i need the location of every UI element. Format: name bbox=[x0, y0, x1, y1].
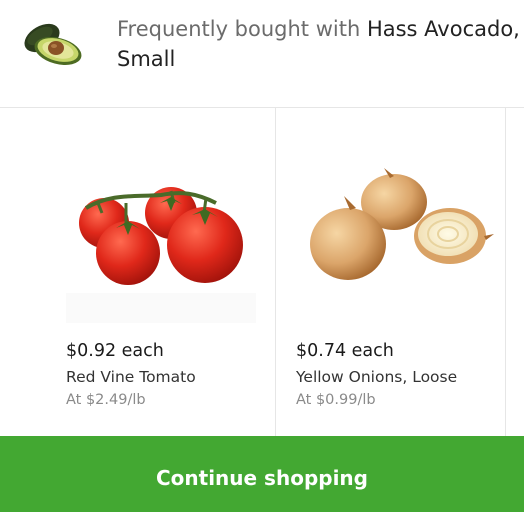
product-card-partial[interactable] bbox=[506, 108, 524, 436]
recommendations-carousel[interactable]: $0.92 each Red Vine Tomato At $2.49/lb $… bbox=[0, 108, 524, 436]
product-name: Yellow Onions, Loose bbox=[296, 368, 458, 386]
avocado-icon bbox=[24, 23, 82, 66]
product-unit-price: At $2.49/lb bbox=[66, 392, 146, 408]
product-name: Red Vine Tomato bbox=[66, 368, 196, 386]
product-price: $0.92 each bbox=[66, 341, 164, 361]
product-card[interactable]: $0.92 each Red Vine Tomato At $2.49/lb bbox=[0, 108, 276, 436]
product-card[interactable]: $0.74 each Yellow Onions, Loose At $0.99… bbox=[276, 108, 506, 436]
header-prefix-text: Frequently bought with bbox=[117, 17, 367, 41]
header-title: Frequently bought with Hass Avocado, Sma… bbox=[117, 14, 522, 74]
onion-image bbox=[310, 168, 494, 280]
product-price: $0.74 each bbox=[296, 341, 394, 361]
tomato-image bbox=[66, 187, 256, 323]
product-unit-price: At $0.99/lb bbox=[296, 392, 376, 408]
continue-shopping-button[interactable]: Continue shopping bbox=[0, 436, 524, 512]
frequently-bought-header: Frequently bought with Hass Avocado, Sma… bbox=[0, 0, 524, 108]
